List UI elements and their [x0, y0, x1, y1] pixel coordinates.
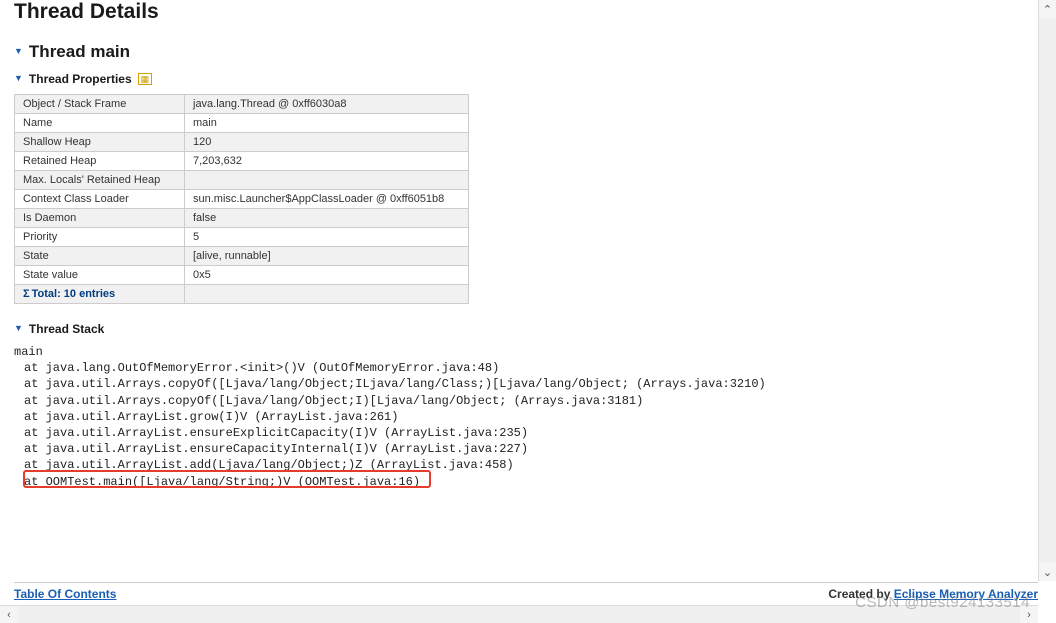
stack-frame: at OOMTest.main([Ljava/lang/String;)V (O…: [14, 475, 420, 489]
created-by-label: Created by: [828, 587, 893, 601]
prop-label: Shallow Heap: [15, 133, 185, 152]
prop-value: 120: [185, 133, 469, 152]
stack-trace: main at java.lang.OutOfMemoryError.<init…: [14, 344, 1042, 490]
thread-properties-header[interactable]: ▼ Thread Properties ▦: [14, 72, 1042, 86]
scroll-left-icon[interactable]: ‹: [0, 606, 18, 623]
prop-label: Name: [15, 114, 185, 133]
collapse-icon: ▼: [14, 323, 23, 333]
thread-properties-title: Thread Properties: [29, 72, 132, 86]
collapse-icon: ▼: [14, 73, 23, 83]
prop-label: Priority: [15, 228, 185, 247]
scroll-up-icon[interactable]: ⌃: [1039, 0, 1056, 18]
table-row: Object / Stack Framejava.lang.Thread @ 0…: [15, 95, 469, 114]
prop-label: Is Daemon: [15, 209, 185, 228]
stack-frame: at java.util.ArrayList.add(Ljava/lang/Ob…: [14, 458, 514, 472]
stack-frame: at java.util.Arrays.copyOf([Ljava/lang/O…: [14, 394, 643, 408]
prop-label: Max. Locals' Retained Heap: [15, 171, 185, 190]
prop-value: [185, 171, 469, 190]
stack-frame: at java.util.Arrays.copyOf([Ljava/lang/O…: [14, 377, 766, 391]
table-row: Namemain: [15, 114, 469, 133]
table-icon: ▦: [138, 73, 153, 85]
prop-value: java.lang.Thread @ 0xff6030a8: [185, 95, 469, 114]
collapse-icon: ▼: [14, 46, 23, 56]
stack-frame: at java.util.ArrayList.ensureExplicitCap…: [14, 426, 528, 440]
table-row: State[alive, runnable]: [15, 247, 469, 266]
thread-main-header[interactable]: ▼ Thread main: [14, 42, 1042, 62]
prop-label: State value: [15, 266, 185, 285]
tool-link[interactable]: Eclipse Memory Analyzer: [894, 587, 1038, 601]
prop-value: [alive, runnable]: [185, 247, 469, 266]
scroll-right-icon[interactable]: ›: [1020, 606, 1038, 623]
total-label: Total: 10 entries: [32, 288, 116, 300]
table-row: Context Class Loadersun.misc.Launcher$Ap…: [15, 190, 469, 209]
prop-value: 0x5: [185, 266, 469, 285]
prop-label: Object / Stack Frame: [15, 95, 185, 114]
table-row: Is Daemonfalse: [15, 209, 469, 228]
table-row: State value0x5: [15, 266, 469, 285]
properties-table: Object / Stack Framejava.lang.Thread @ 0…: [14, 94, 469, 304]
thread-title: Thread main: [29, 42, 130, 62]
sigma-icon: Σ: [23, 288, 30, 300]
stack-frame: at java.util.ArrayList.grow(I)V (ArrayLi…: [14, 410, 398, 424]
thread-stack-title: Thread Stack: [29, 322, 104, 336]
prop-value: main: [185, 114, 469, 133]
prop-label: Context Class Loader: [15, 190, 185, 209]
stack-frame: at java.lang.OutOfMemoryError.<init>()V …: [14, 361, 499, 375]
thread-stack-header[interactable]: ▼ Thread Stack: [14, 322, 1042, 336]
stack-frame: at java.util.ArrayList.ensureCapacityInt…: [14, 442, 528, 456]
prop-label: State: [15, 247, 185, 266]
table-row: Shallow Heap120: [15, 133, 469, 152]
scroll-down-icon[interactable]: ⌄: [1039, 563, 1056, 581]
prop-value: 5: [185, 228, 469, 247]
horizontal-scrollbar[interactable]: ‹ ›: [0, 605, 1038, 623]
table-row: Max. Locals' Retained Heap: [15, 171, 469, 190]
table-row: Retained Heap7,203,632: [15, 152, 469, 171]
prop-label: Retained Heap: [15, 152, 185, 171]
table-row: Priority5: [15, 228, 469, 247]
vertical-scrollbar[interactable]: ⌃ ⌄: [1038, 0, 1056, 581]
toc-link[interactable]: Table Of Contents: [14, 587, 116, 601]
table-total-row: ΣTotal: 10 entries: [15, 285, 469, 304]
page-title: Thread Details: [14, 0, 1042, 24]
prop-value: 7,203,632: [185, 152, 469, 171]
prop-value: sun.misc.Launcher$AppClassLoader @ 0xff6…: [185, 190, 469, 209]
prop-value: false: [185, 209, 469, 228]
footer: Table Of Contents Created by Eclipse Mem…: [14, 582, 1038, 601]
